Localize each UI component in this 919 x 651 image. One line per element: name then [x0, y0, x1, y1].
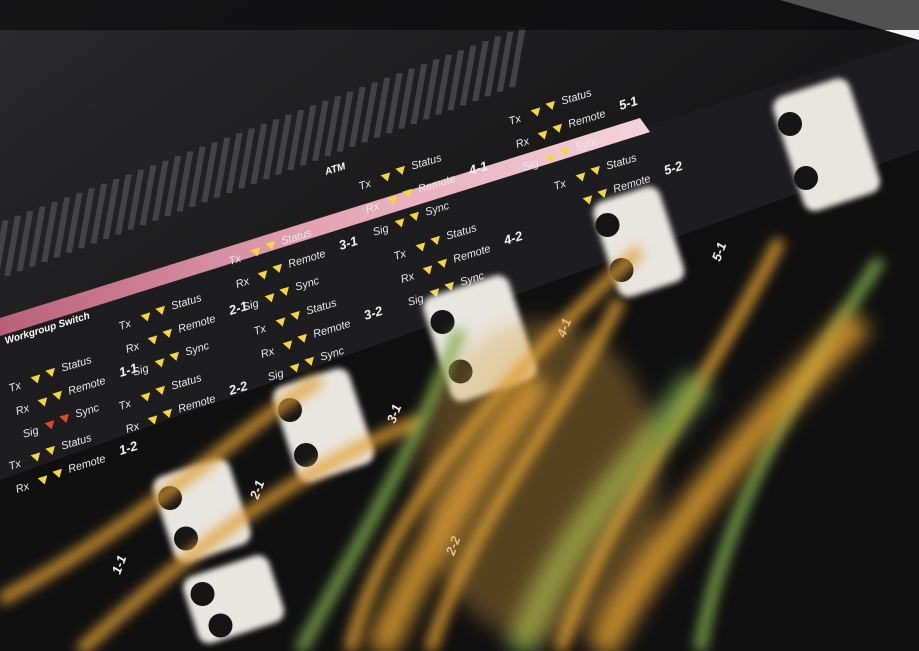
connector-port [595, 213, 620, 237]
connector-port [794, 166, 818, 190]
connector-port [208, 613, 233, 638]
connector-port [294, 443, 318, 467]
photo-illustration: Workgroup Switch ATM TxRxSigStatusRemote… [0, 0, 919, 651]
cable-bokeh [420, 320, 660, 640]
connector-port [190, 582, 215, 606]
connector-port [778, 112, 802, 136]
vent-shadow [0, 0, 919, 30]
photo-network-switch-fiber-cables: Workgroup Switch ATM Tx Rx Sig Status Remote… [0, 0, 919, 651]
connector-port [430, 310, 455, 334]
